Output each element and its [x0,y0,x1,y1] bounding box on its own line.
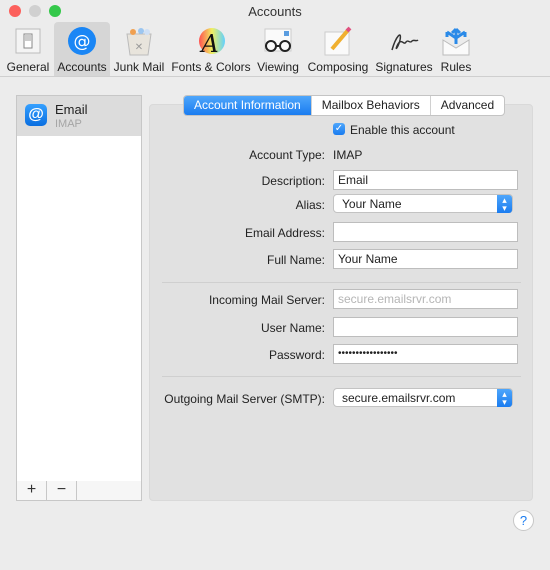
add-account-button[interactable]: + [17,481,47,500]
svg-text:@: @ [74,32,91,52]
account-list-item[interactable]: @ Email IMAP [17,96,141,136]
user-name-label: User Name: [260,321,325,335]
toolbar-rules[interactable]: Rules [437,22,475,76]
enable-account-checkbox[interactable]: ✓ [333,123,345,135]
trash-bin-icon: ✕ [126,28,152,56]
accounts-list[interactable]: @ Email IMAP [16,95,142,483]
incoming-server-field[interactable]: secure.emailsrvr.com [333,289,518,309]
at-sign-icon: @ [25,104,47,126]
account-name: Email [55,102,88,117]
user-name-field[interactable] [333,317,518,337]
divider [162,376,521,377]
account-type: IMAP [55,118,82,130]
smtp-server-value: secure.emailsrvr.com [342,391,456,405]
glasses-icon [264,28,292,52]
account-type-label: Account Type: [249,148,325,162]
pencil-icon [324,26,352,56]
remove-account-button[interactable]: − [47,481,77,500]
tab-advanced[interactable]: Advanced [431,96,504,115]
svg-text:A: A [199,30,218,56]
envelope-arrows-icon [442,27,470,56]
up-down-chevron-icon: ▴ ▾ [497,389,512,407]
general-switch-icon [15,28,41,54]
description-label: Description: [261,174,325,188]
password-label: Password: [268,348,325,362]
toolbar-accounts[interactable]: @ Accounts [54,22,110,76]
smtp-server-select[interactable]: secure.emailsrvr.com ▴ ▾ [333,388,513,407]
at-sign-icon: @ [68,27,96,55]
preferences-toolbar: General @ Accounts ✕ Junk Mail A Fonts &… [0,22,550,77]
toolbar-viewing[interactable]: Viewing [254,22,302,76]
toolbar-general[interactable]: General [5,22,51,76]
signature-icon [391,34,419,51]
enable-account-label: Enable this account [350,123,455,137]
title-bar: Accounts [0,0,550,22]
full-name-field[interactable]: Your Name [333,249,518,269]
description-field[interactable]: Email [333,170,518,190]
incoming-server-label: Incoming Mail Server: [208,293,325,307]
toolbar-signatures[interactable]: Signatures [374,22,434,76]
divider [162,282,521,283]
email-address-field[interactable] [333,222,518,242]
toolbar-fonts-colors[interactable]: A Fonts & Colors [170,22,252,76]
toolbar-composing[interactable]: Composing [305,22,371,76]
alias-label: Alias: [295,198,325,212]
list-actions-bar: + − [16,481,142,501]
alias-select[interactable]: Your Name ▴ ▾ [333,194,513,213]
tab-bar: Account Information Mailbox Behaviors Ad… [183,95,506,116]
window-title: Accounts [248,4,302,19]
tab-account-information[interactable]: Account Information [184,96,312,115]
email-address-label: Email Address: [244,226,325,240]
smtp-server-label: Outgoing Mail Server (SMTP): [164,392,325,406]
svg-text:✕: ✕ [135,42,143,53]
tab-mailbox-behaviors[interactable]: Mailbox Behaviors [312,96,431,115]
alias-value: Your Name [342,197,402,211]
account-type-value: IMAP [333,148,363,162]
full-name-label: Full Name: [266,253,325,267]
up-down-chevron-icon: ▴ ▾ [497,195,512,213]
font-color-wheel-icon: A [199,28,225,56]
help-button[interactable]: ? [513,510,534,531]
toolbar-junk-mail[interactable]: ✕ Junk Mail [112,22,166,76]
password-field[interactable]: ••••••••••••••••• [333,344,518,364]
